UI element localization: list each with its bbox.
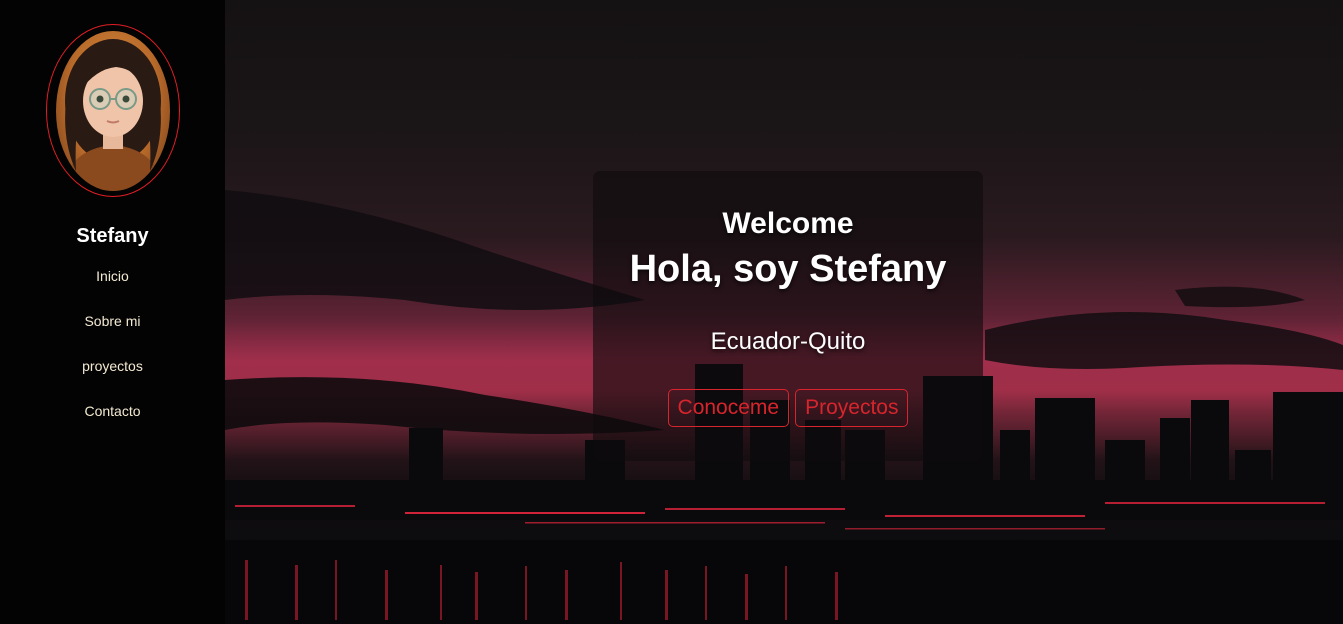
proyectos-button[interactable]: Proyectos	[795, 389, 909, 427]
avatar	[55, 30, 170, 191]
nav-link-contacto[interactable]: Contacto	[84, 403, 140, 420]
profile-name: Stefany	[76, 225, 149, 247]
welcome-heading: Welcome	[722, 207, 854, 240]
nav-link-inicio[interactable]: Inicio	[96, 268, 129, 285]
hero-section: Welcome Hola, soy Stefany Ecuador-Quito …	[225, 0, 1343, 624]
sidebar-nav: Inicio Sobre mi proyectos Contacto	[82, 268, 143, 448]
sidebar: Stefany Inicio Sobre mi proyectos Contac…	[0, 0, 225, 624]
conoceme-button[interactable]: Conoceme	[667, 389, 790, 427]
avatar-frame	[45, 24, 180, 197]
welcome-card: Welcome Hola, soy Stefany Ecuador-Quito …	[593, 171, 983, 461]
nav-link-sobre-mi[interactable]: Sobre mi	[84, 313, 140, 330]
cta-buttons: Conoceme Proyectos	[667, 389, 909, 427]
hero-headline: Hola, soy Stefany	[629, 248, 947, 290]
location-text: Ecuador-Quito	[710, 328, 866, 355]
nav-link-proyectos[interactable]: proyectos	[82, 358, 143, 375]
